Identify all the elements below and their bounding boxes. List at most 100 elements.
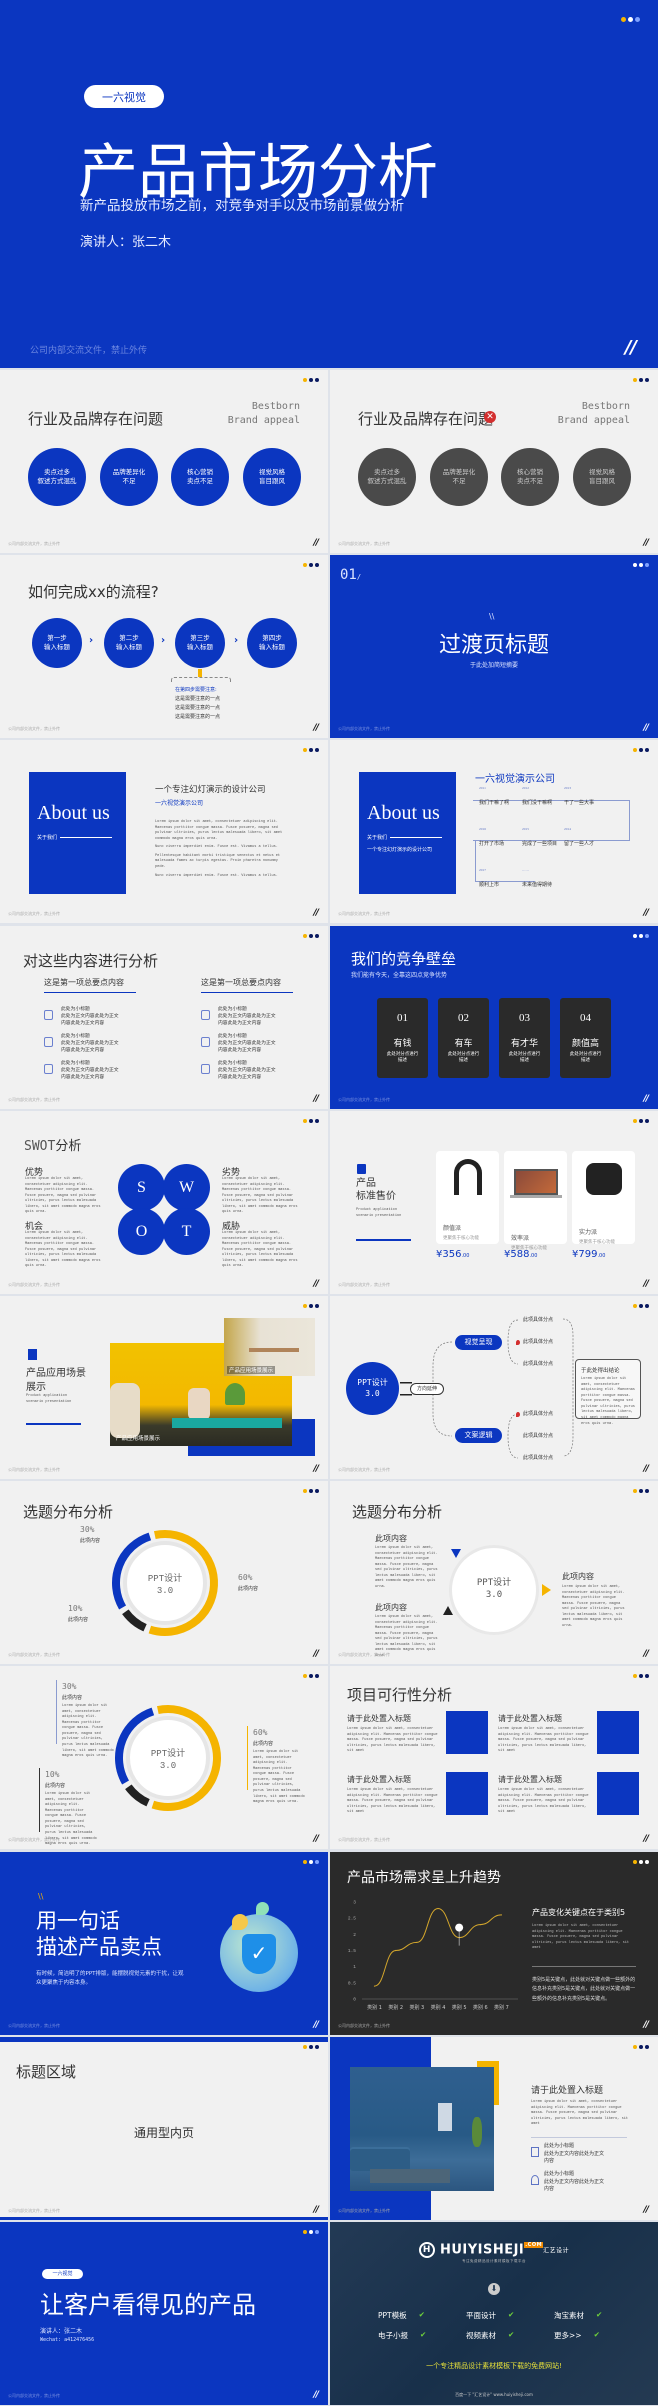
segment-label: 此项内容	[62, 1695, 83, 1701]
footer-note: 公司内部交流文件，禁止外传	[338, 1467, 390, 1472]
laptop-image	[504, 1169, 567, 1219]
dots-icon	[303, 748, 319, 752]
photo-caption: 产品应用场景展示	[116, 1436, 161, 1442]
en-line: Bestborn	[581, 401, 630, 412]
en-line: Bestborn	[251, 401, 300, 412]
dots-icon	[303, 934, 319, 938]
y-tick-label: 0.5	[348, 1980, 356, 1986]
slash-logo-icon: //	[643, 1094, 648, 1104]
item-title: 此项内容	[375, 1534, 407, 1543]
data-point	[479, 1924, 481, 1926]
headphones-image	[436, 1159, 499, 1209]
mindmap-slide: PPT设计 3.0 方向延伸 视觉呈现 文案逻辑 此项具体分点 此项具体分点 此项…	[330, 1296, 658, 1479]
dots-icon	[303, 1304, 319, 1308]
gear-icon	[44, 1010, 53, 1020]
donut-chart: PPT设计 3.0	[115, 1705, 221, 1811]
data-point	[416, 1941, 418, 1944]
pin-icon	[232, 1914, 248, 1930]
service-item[interactable]: 视频素材 ✔	[466, 2330, 514, 2341]
service-label: 更多>>	[554, 2331, 582, 2340]
paragraph: Pellentesque habitant morbi tristique se…	[155, 853, 281, 869]
y-tick-label: 3	[353, 1900, 356, 1906]
service-item[interactable]: 平面设计 ✔	[466, 2310, 514, 2321]
dots-icon	[633, 2045, 649, 2049]
data-point	[437, 1907, 439, 1910]
about-panel: About us 关于我们	[29, 772, 126, 894]
timeline-text: 干了一些大事	[564, 800, 595, 806]
issue-circle: 品牌差异化 不足	[100, 448, 158, 506]
swot-circle-o: O	[118, 1208, 165, 1255]
dots-icon	[621, 17, 640, 22]
timeline-text: 顺利上市	[479, 882, 500, 888]
y-tick-label: 0	[353, 1997, 356, 2003]
data-point	[500, 1914, 503, 1916]
service-item[interactable]: 电子小报 ✔	[378, 2330, 426, 2341]
dots-icon	[303, 1674, 319, 1678]
item-text: 此处为正文内容此处为正文内容此处为正文内容	[61, 1068, 119, 1081]
dots-icon	[303, 2230, 319, 2234]
product-card[interactable]: 效率派 更聚焦于核心功能	[504, 1151, 567, 1251]
divider	[532, 1966, 636, 1967]
accent-rule	[247, 1726, 248, 1790]
x-tick-label: 类别 1	[367, 2004, 382, 2011]
list-item: 此处为小标题 此处为正文内容此处为正文内容	[544, 2143, 606, 2166]
en-line: Brand appeal	[227, 415, 300, 426]
item-title: 此处为小标题	[544, 2143, 575, 2149]
product-card[interactable]: 颜值派 更聚焦于核心功能	[436, 1151, 499, 1244]
scene-photo-small: 产品应用场景展示	[224, 1318, 315, 1376]
title-cn: 分析	[55, 1139, 82, 1154]
item-title: 此处为小标题	[544, 2171, 575, 2177]
photo-caption: 产品应用场景展示	[227, 1366, 276, 1374]
image-placeholder	[597, 1711, 639, 1754]
check-icon: ✔	[508, 2310, 515, 2319]
point: 此项具体分点	[523, 1411, 554, 1417]
service-item[interactable]: PPT模板 ✔	[378, 2310, 425, 2321]
org-icon	[201, 1037, 210, 1047]
side-text: 类别5是关键点，此处就对关键点做一些额外的信息补充类别5是关键点，此处就对关键点…	[532, 1977, 636, 2002]
dots-icon	[303, 1119, 319, 1123]
service-item[interactable]: 更多>> ✔	[554, 2330, 600, 2341]
about-panel: About us 关于我们 一个专注幻灯演示的设计公司	[359, 772, 456, 894]
center-circle: PPT设计 3.0	[452, 1548, 536, 1632]
dots-icon	[303, 1860, 319, 1864]
donut-chart: PPT设计 3.0	[112, 1530, 218, 1636]
generic-slide: 标题区域 通用型内页 公司内部交流文件，禁止外传 //	[0, 2037, 328, 2220]
timeline-item: 2012 我们没干嘛啊	[522, 786, 552, 806]
slash-logo-icon: //	[313, 538, 318, 548]
y-tick-label: 2.5	[348, 1916, 356, 1922]
about-label: 关于我们	[367, 834, 443, 841]
content-text: Lorem ipsum dolor sit amet, consectetuer…	[531, 2100, 629, 2127]
analysis-item: 此处为小标题 此处为正文内容此处为正文内容此处为正文内容	[61, 1006, 121, 1028]
accent-rule	[39, 1768, 40, 1832]
service-item[interactable]: 淘宝素材 ✔	[554, 2310, 602, 2321]
point: 此项具体分点	[523, 1361, 554, 1367]
highlight-pin-icon	[455, 1923, 464, 1932]
dots-icon	[633, 1674, 649, 1678]
check-icon: ✔	[418, 2310, 425, 2319]
timeline-year: 2011	[479, 786, 486, 790]
closing-wechat: Wechat: a412476456	[40, 2337, 95, 2343]
title-line: 产品	[356, 1178, 376, 1189]
step-circle: 第四步 输入标题	[247, 618, 297, 668]
footer-note: 公司内部交流文件，禁止外传	[338, 726, 390, 731]
swot-circle-w: W	[163, 1164, 210, 1211]
note-line: 这是需要注意的一点	[175, 696, 221, 702]
price-cents: .00	[529, 1253, 538, 1259]
scenario-title: 产品应用场景展示	[26, 1368, 86, 1393]
dots-icon	[633, 1489, 649, 1493]
footer-note: 公司内部交流文件，禁止外传	[8, 1467, 60, 1472]
en-caption: Bestborn Brand appeal	[558, 400, 630, 428]
image-placeholder	[446, 1772, 488, 1815]
product-card[interactable]: 实力派 更聚焦于核心功能	[572, 1151, 635, 1245]
issues-slide-alt: 行业及品牌存在问题 ✕ Bestborn Brand appeal 卖点过多 叙述…	[330, 370, 658, 553]
feasibility-slide: 项目可行性分析 请于此处置入标题 Lorem ipsum dolor sit am…	[330, 1666, 658, 1849]
issue-circle: 核心营销 卖点不足	[171, 448, 229, 506]
slash-logo-icon: //	[313, 723, 318, 733]
center-text: PPT设计	[357, 1378, 388, 1388]
transition-title: 过渡页标题	[438, 633, 549, 658]
huiyi-footer: 百度一下 "汇艺设计" www.huiyisheji.com	[455, 2392, 533, 2397]
segment-pct: 10%	[45, 1770, 60, 1779]
donut-label: 3.0	[157, 1586, 173, 1596]
triangle-icon	[451, 1549, 461, 1558]
slide-title: SWOT分析	[24, 1135, 81, 1154]
